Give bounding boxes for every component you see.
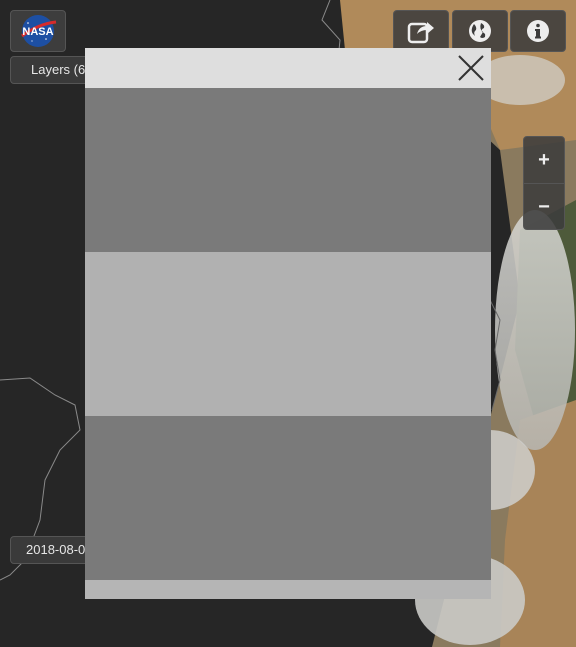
zoom-in-label: +	[538, 149, 550, 171]
modal-content-panel	[85, 88, 491, 252]
modal-content-panel	[85, 416, 491, 580]
nasa-logo[interactable]: NASA	[10, 10, 66, 52]
layers-tab-label: Layers (6	[31, 62, 86, 77]
share-icon	[407, 22, 434, 44]
modal-footer	[85, 580, 491, 599]
modal-content-panel	[85, 252, 491, 416]
date-label: 2018-08-0	[26, 542, 86, 557]
projection-button[interactable]	[452, 10, 508, 52]
zoom-in-button[interactable]: +	[524, 137, 564, 183]
globe-icon	[469, 20, 491, 42]
modal-dialog	[85, 48, 491, 599]
close-icon[interactable]	[455, 52, 487, 84]
info-button[interactable]	[510, 10, 566, 52]
nasa-logo-text: NASA	[22, 26, 53, 38]
share-button[interactable]	[393, 10, 449, 52]
zoom-out-label: −	[538, 196, 550, 218]
cloud-band	[495, 210, 575, 450]
zoom-controls: + −	[523, 136, 565, 230]
nasa-meatball-icon: NASA	[21, 15, 57, 47]
zoom-out-button[interactable]: −	[524, 184, 564, 230]
info-icon	[527, 20, 549, 42]
modal-header	[85, 48, 491, 88]
